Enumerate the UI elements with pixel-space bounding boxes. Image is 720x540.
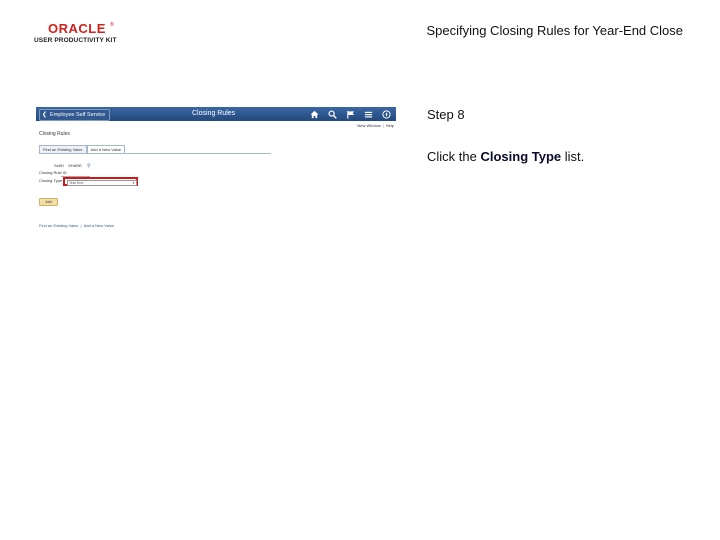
back-button-label: Employee Self Service xyxy=(50,112,106,118)
app-header-bar: ❮ Employee Self Service Closing Rules xyxy=(36,107,396,121)
logo-registered-mark: ® xyxy=(110,22,114,28)
footer-links: Find an Existing Value | Add a New Value xyxy=(39,223,114,228)
setid-field[interactable]: SHARE xyxy=(68,163,82,168)
tab-find-existing-value[interactable]: Find an Existing Value xyxy=(39,145,87,153)
header-links: New Window | Help xyxy=(357,123,394,128)
footer-add-new-value-link[interactable]: Add a New Value xyxy=(84,223,115,228)
flag-icon[interactable] xyxy=(344,108,356,120)
closing-type-highlight: Year End ▼ xyxy=(63,177,138,186)
home-icon[interactable] xyxy=(308,108,320,120)
footer-link-separator: | xyxy=(80,223,82,228)
setid-label: SetID xyxy=(54,163,65,168)
oracle-upk-logo: ORACLE ® USER PRODUCTIVITY KIT xyxy=(34,22,126,48)
application-screenshot: ❮ Employee Self Service Closing Rules Ne… xyxy=(36,107,396,237)
app-header-title: Closing Rules xyxy=(192,110,236,117)
menu-icon[interactable] xyxy=(362,108,374,120)
instruction-prefix: Click the xyxy=(427,149,481,164)
footer-find-existing-value-link[interactable]: Find an Existing Value xyxy=(39,223,79,228)
header-icon-group xyxy=(308,108,392,120)
logo-brand: ORACLE xyxy=(48,21,106,36)
tab-divider xyxy=(39,153,271,154)
closing-type-row: Closing Type xyxy=(39,178,62,184)
page-title: Closing Rules xyxy=(39,131,70,137)
step-instruction: Click the Closing Type list. xyxy=(427,149,584,164)
step-number: Step 8 xyxy=(427,107,465,122)
instruction-target: Closing Type xyxy=(480,149,562,164)
tab-add-new-value[interactable]: Add a New Value xyxy=(86,145,126,153)
link-separator: | xyxy=(382,123,384,128)
chevron-left-icon: ❮ xyxy=(42,112,48,118)
closing-type-value: Year End xyxy=(69,181,84,185)
setid-row: SetID SHARE ⚲ xyxy=(54,163,91,169)
search-tabs: Find an Existing Value Add a New Value xyxy=(39,145,126,153)
search-icon[interactable] xyxy=(326,108,338,120)
logo-product-name: USER PRODUCTIVITY KIT xyxy=(34,37,117,44)
back-button[interactable]: ❮ Employee Self Service xyxy=(39,109,111,121)
compass-icon[interactable] xyxy=(380,108,392,120)
slide: ORACLE ® USER PRODUCTIVITY KIT Specifyin… xyxy=(0,0,720,540)
add-button[interactable]: Add xyxy=(39,198,58,206)
new-window-link[interactable]: New Window xyxy=(357,123,380,128)
slide-title: Specifying Closing Rules for Year-End Cl… xyxy=(426,23,683,38)
setid-lookup-icon[interactable]: ⚲ xyxy=(87,163,91,169)
help-link[interactable]: Help xyxy=(386,123,394,128)
instruction-suffix: list. xyxy=(561,149,585,164)
chevron-down-icon: ▼ xyxy=(132,181,135,185)
closing-type-label: Closing Type xyxy=(39,178,63,183)
closing-type-list[interactable]: Year End ▼ xyxy=(67,180,137,186)
